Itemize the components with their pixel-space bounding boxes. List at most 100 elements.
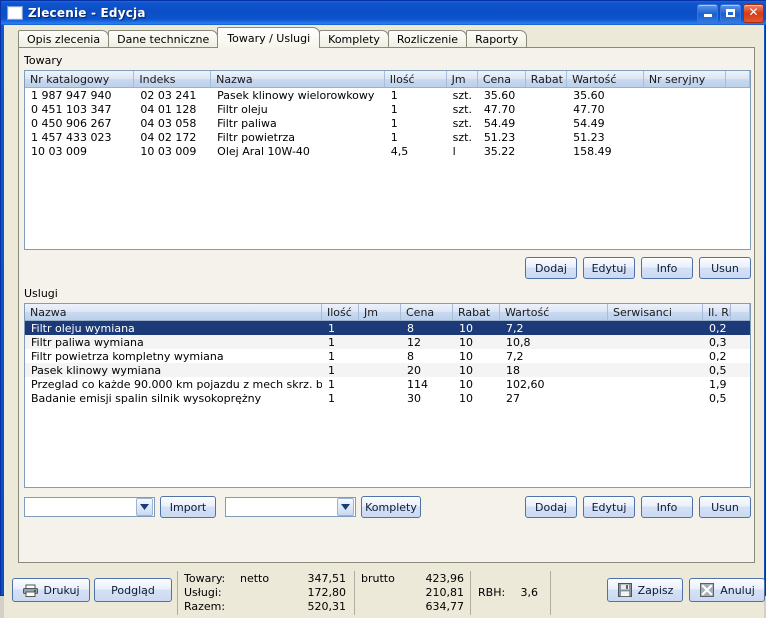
column-header[interactable]: Wartość [567,71,644,87]
column-header[interactable]: Ilość [322,304,359,320]
table-cell: Filtr oleju wymiana [31,321,135,335]
maximize-icon[interactable] [720,3,741,23]
summary-row-label-uslugi: Usługi: [184,586,222,599]
close-icon[interactable]: ✕ [743,3,764,23]
column-header[interactable] [726,71,750,87]
table-row[interactable]: 1 457 433 023 04 02 172 Filtr powietrza 1 sz… [25,130,750,144]
table-row[interactable]: 10 03 009 10 03 009 Olej Aral 10W-40 4,5 l 35… [25,144,750,158]
column-header[interactable]: Nr katalogowy [25,71,135,87]
column-header[interactable] [731,304,750,320]
column-header[interactable]: Nazwa [211,71,385,87]
table-row[interactable]: 0 450 906 267 04 03 058 Filtr paliwa 1 szt. 5… [25,116,750,130]
tab-opis-zlecenia[interactable]: Opis zlecenia [18,30,110,48]
table-cell: szt. [452,116,472,130]
table-cell: 0 450 906 267 [31,116,112,130]
footer-divider-3 [470,571,471,615]
column-header[interactable]: Il. RbH [703,304,731,320]
summary-netto-towary: 347,51 [307,572,347,585]
services-add-button[interactable]: Dodaj [525,496,577,518]
goods-info-button[interactable]: Info [641,257,693,279]
table-cell: Badanie emisji spalin silnik wysokoprężn… [31,391,262,405]
table-cell: 102,60 [506,377,545,391]
goods-table[interactable]: Nr katalogowy Indeks Nazwa Ilość Jm Cena Rabat… [24,70,751,250]
tab-towary-uslugi[interactable]: Towary / Uslugi [217,27,321,48]
column-header[interactable]: Serwisanci [608,304,703,320]
table-row[interactable]: Filtr paliwa wymiana 1 12 10 10,8 0,3 [25,335,750,349]
save-button[interactable]: Zapisz [607,578,683,602]
table-row[interactable]: 0 451 103 347 04 01 128 Filtr oleju 1 szt. 47… [25,102,750,116]
table-cell: Filtr powietrza [217,130,296,144]
minimize-icon[interactable] [697,3,718,23]
table-cell: szt. [452,130,472,144]
table-row[interactable]: Przeglad co każde 90.000 km pojazdu z me… [25,377,750,391]
import-source-combo[interactable] [24,497,155,517]
goods-table-body[interactable]: 1 987 947 940 02 03 241 Pasek klinowy wiel… [25,88,750,158]
tab-komplety[interactable]: Komplety [319,30,389,48]
preview-button[interactable]: Podgląd [94,578,172,602]
table-cell: 10,8 [506,335,531,349]
tab-dane-techniczne[interactable]: Dane techniczne [108,30,219,48]
table-cell: 1 [390,88,398,102]
services-info-button[interactable]: Info [641,496,693,518]
table-cell: 8 [407,321,414,335]
column-header[interactable]: Ilość [385,71,447,87]
komplety-source-combo[interactable] [225,497,356,517]
services-edit-button[interactable]: Edytuj [583,496,635,518]
table-cell: 8 [407,349,414,363]
table-cell: 02 03 241 [140,88,197,102]
services-table-body[interactable]: Filtr oleju wymiana 1 8 10 7,2 0,2 Filtr paliw… [25,321,750,405]
chevron-down-icon[interactable] [136,498,153,516]
table-cell: Olej Aral 10W-40 [217,144,310,158]
column-header[interactable]: Jm [359,304,401,320]
table-row[interactable]: Pasek klinowy wymiana 1 20 10 18 0,5 [25,363,750,377]
column-header[interactable]: Rabat [526,71,568,87]
print-button[interactable]: Drukuj [12,578,90,602]
table-cell: szt. [452,88,472,102]
import-button[interactable]: Import [160,496,216,518]
table-cell: 114 [407,377,428,391]
services-table[interactable]: Nazwa Ilość Jm Cena Rabat Wartość Serwisanci Il… [24,303,751,488]
table-cell: Filtr paliwa [217,116,277,130]
table-cell: 04 01 128 [140,102,197,116]
table-cell: 20 [407,363,421,377]
cancel-x-icon [699,583,715,598]
services-delete-button[interactable]: Usun [699,496,751,518]
table-row[interactable]: Badanie emisji spalin silnik wysokoprężn… [25,391,750,405]
table-row[interactable]: Filtr powietrza kompletny wymiana 1 8 10 7,2… [25,349,750,363]
tab-page-towary-uslugi: Towary Nr katalogowy Indeks Nazwa Ilość Jm Ce… [18,47,755,563]
column-header[interactable]: Indeks [134,71,212,87]
chevron-down-icon[interactable] [337,498,354,516]
column-header[interactable]: Cena [401,304,453,320]
rbh-label: RBH: [478,586,506,599]
column-header[interactable]: Cena [478,71,526,87]
table-cell: 47.70 [483,102,516,116]
table-row[interactable]: 1 987 947 940 02 03 241 Pasek klinowy wiel… [25,88,750,102]
cancel-button[interactable]: Anuluj [689,578,765,602]
table-cell: 1 [390,102,398,116]
goods-add-button[interactable]: Dodaj [525,257,577,279]
table-row[interactable]: Filtr oleju wymiana 1 8 10 7,2 0,2 [25,321,750,335]
footer-bar: Drukuj Podgląd Towary: Usługi: Razem: ne… [4,568,765,618]
table-cell: 18 [506,363,520,377]
summary-row-label-razem: Razem: [184,600,226,613]
table-cell: 10 [459,321,473,335]
table-cell: 54.49 [573,116,605,130]
goods-delete-button[interactable]: Usun [699,257,751,279]
table-cell: 7,2 [506,349,524,363]
table-cell: 54.49 [483,116,516,130]
table-cell: 1 987 947 940 [31,88,112,102]
column-header[interactable]: Jm [447,71,478,87]
column-header[interactable]: Nr seryjny [644,71,727,87]
goods-edit-button[interactable]: Edytuj [583,257,635,279]
summary-netto-header: netto [240,572,270,585]
table-cell: Filtr oleju [217,102,268,116]
column-header[interactable]: Nazwa [25,304,322,320]
column-header[interactable]: Rabat [453,304,500,320]
table-cell: Pasek klinowy wymiana [31,363,162,377]
column-header[interactable]: Wartość [500,304,608,320]
tab-raporty[interactable]: Raporty [466,30,528,48]
table-cell: 10 [459,335,473,349]
tab-rozliczenie[interactable]: Rozliczenie [387,30,468,48]
komplety-button[interactable]: Komplety [361,496,421,518]
title-bar[interactable]: Zlecenie - Edycja ✕ [1,1,766,25]
